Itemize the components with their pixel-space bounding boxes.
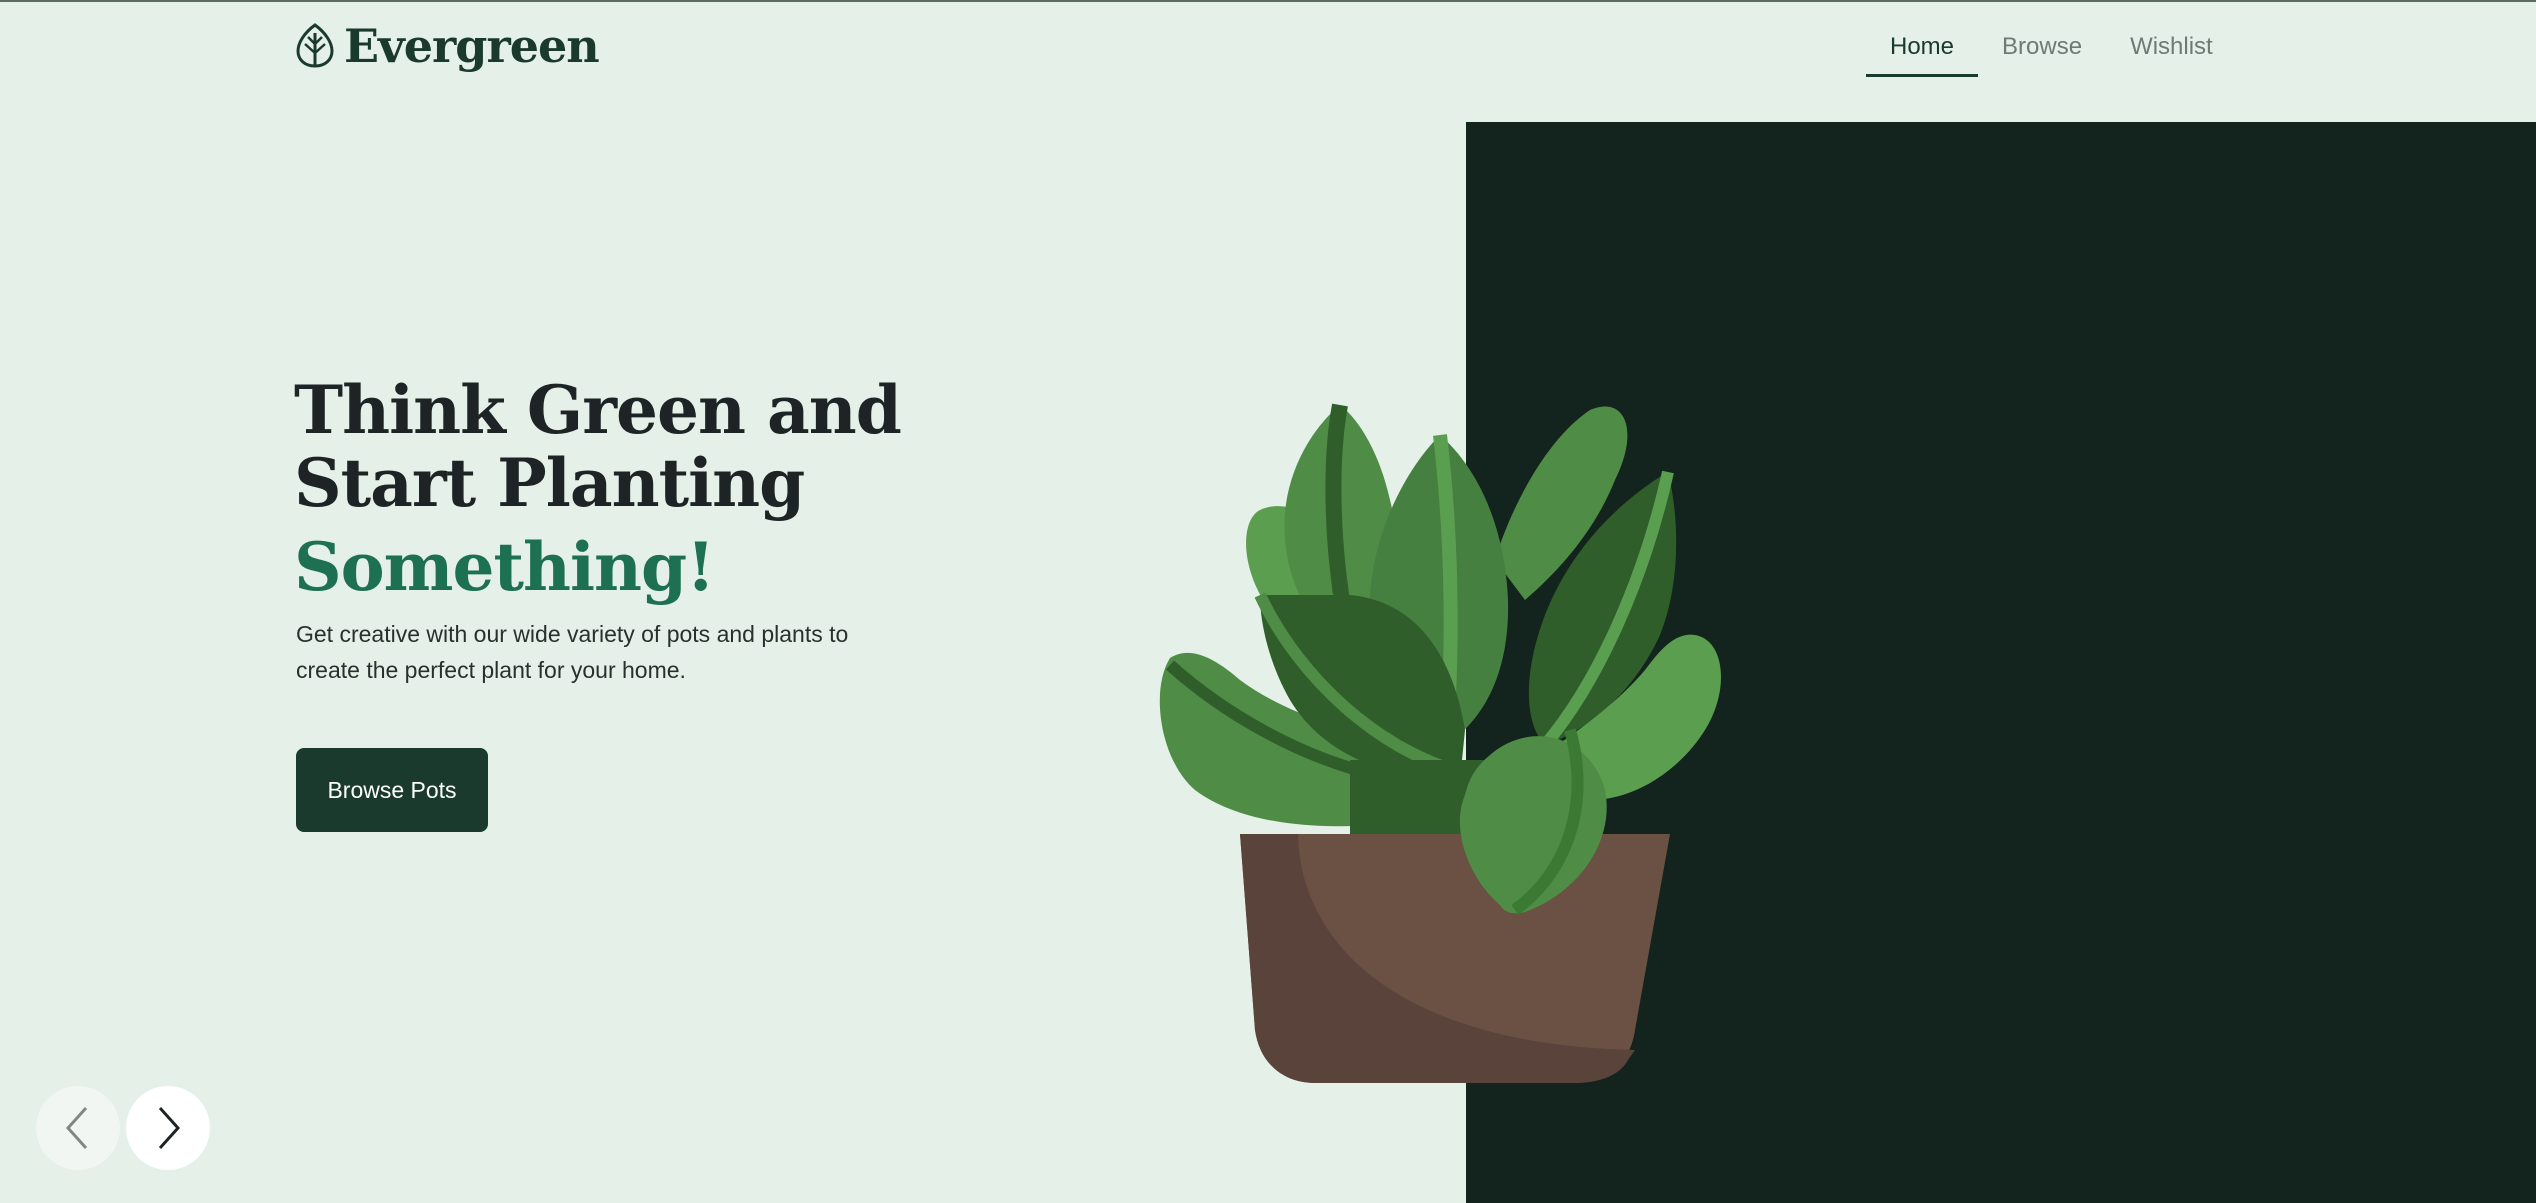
- browse-pots-button[interactable]: Browse Pots: [296, 748, 488, 832]
- carousel-next-button[interactable]: [126, 1086, 210, 1170]
- chevron-left-icon: [65, 1106, 88, 1150]
- nav-wishlist[interactable]: Wishlist: [2106, 20, 2237, 74]
- top-border: [0, 0, 2536, 2]
- hero-title-accent: Something!: [294, 528, 715, 606]
- carousel-prev-button[interactable]: [36, 1086, 120, 1170]
- hero-title: Think Green and Start Planting: [294, 371, 902, 522]
- main-nav: Home Browse Wishlist: [1866, 20, 2237, 77]
- potted-plant-illustration: [1159, 403, 1722, 1083]
- nav-home[interactable]: Home: [1866, 20, 1979, 77]
- brand-logo[interactable]: Evergreen: [294, 19, 600, 73]
- chevron-right-icon: [158, 1106, 181, 1150]
- nav-browse[interactable]: Browse: [1978, 20, 2106, 74]
- brand-name: Evergreen: [344, 19, 600, 73]
- leaf-icon: [296, 23, 334, 68]
- hero-description: Get creative with our wide variety of po…: [296, 621, 849, 683]
